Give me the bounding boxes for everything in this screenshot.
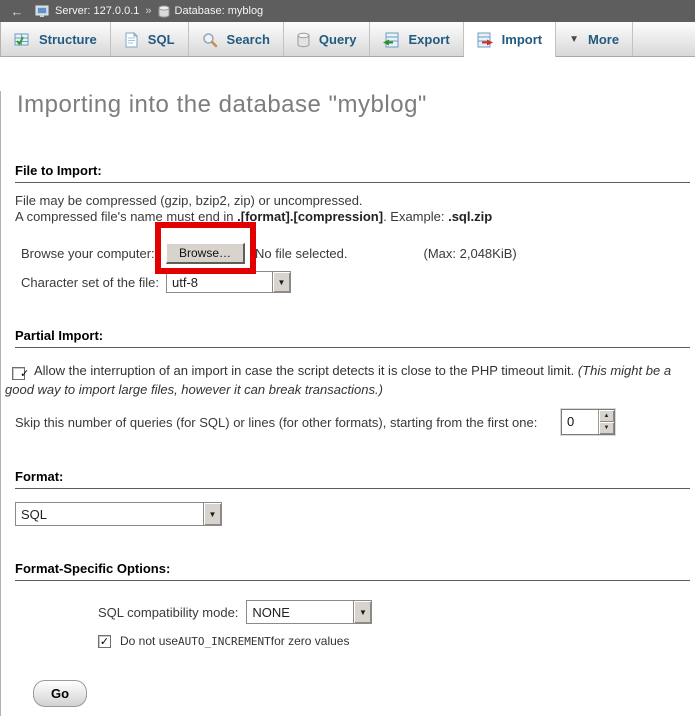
breadcrumb-database[interactable]: Database: myblog [175,5,264,17]
dropdown-arrow-icon: ▼ [203,503,221,525]
import-icon [477,32,493,48]
zero-values-label-prefix: Do not use [120,634,178,648]
allow-interruption-row: ✓ Allow the interruption of an import in … [5,361,687,399]
charset-label: Character set of the file: [21,275,166,290]
max-size-note: (Max: 2,048KiB) [424,246,517,261]
tab-query[interactable]: Query [284,22,371,57]
tab-label: More [588,32,619,47]
go-button[interactable]: Go [33,680,87,707]
database-icon [158,5,170,18]
zero-values-row: ✓ Do not use AUTO_INCREMENT for zero valu… [98,634,695,648]
tab-label: Search [227,32,270,47]
auto-increment-code: AUTO_INCREMENT [178,635,271,648]
charset-select-value: utf-8 [167,272,272,292]
tab-label: Import [502,32,542,47]
breadcrumb-bar: ← Server: 127.0.0.1 » Database: myblog [0,0,695,22]
spinner-down-button[interactable]: ▼ [599,422,614,434]
skip-queries-row: Skip this number of queries (for SQL) or… [15,409,687,435]
breadcrumb-separator: » [144,5,152,17]
tab-import[interactable]: Import [464,22,556,57]
skip-queries-input[interactable]: 0 ▲ ▼ [561,409,615,435]
page-title: Importing into the database "myblog" [17,91,695,119]
tab-label: Structure [39,32,97,47]
spinner-up-button[interactable]: ▲ [599,410,614,422]
sql-compatibility-label: SQL compatibility mode: [98,605,238,620]
sql-icon [124,32,139,48]
chevron-down-icon: ▼ [569,34,579,45]
charset-select[interactable]: utf-8 ▼ [166,271,291,293]
format-select-value: SQL [16,503,203,525]
section-heading-format: Format: [15,469,690,489]
tab-export[interactable]: Export [370,22,463,57]
phpmyadmin-import-page: ← Server: 127.0.0.1 » Database: myblog [0,0,695,716]
format-select[interactable]: SQL ▼ [15,502,222,526]
tab-bar-filler [633,22,695,57]
allow-interruption-label: Allow the interruption of an import in c… [34,363,578,378]
tab-sql[interactable]: SQL [111,22,189,57]
browse-button[interactable]: Browse… [166,243,245,264]
dropdown-arrow-icon: ▼ [272,272,290,292]
no-file-selected-text: No file selected. [255,246,348,261]
structure-icon [14,32,30,48]
section-heading-format-options: Format-Specific Options: [15,561,690,581]
spinner-buttons: ▲ ▼ [598,410,614,434]
tab-more[interactable]: ▼ More [556,22,633,57]
back-arrow-button[interactable]: ← [4,4,30,19]
tab-label: Query [319,32,357,47]
dropdown-arrow-icon: ▼ [353,601,371,623]
sql-compatibility-row: SQL compatibility mode: NONE ▼ [98,600,695,624]
section-heading-file-to-import: File to Import: [15,163,690,183]
tab-label: SQL [148,32,175,47]
sql-compatibility-value: NONE [247,601,353,623]
zero-values-label-suffix: for zero values [271,634,350,648]
section-heading-partial-import: Partial Import: [15,328,690,348]
browse-row: Browse your computer: Browse… No file se… [21,242,695,264]
server-icon [35,5,50,18]
export-icon [383,32,399,48]
compression-help-text: File may be compressed (gzip, bzip2, zip… [15,193,687,225]
tab-structure[interactable]: Structure [1,22,111,57]
breadcrumb-server[interactable]: Server: 127.0.0.1 [55,5,139,17]
browse-label: Browse your computer: [21,246,166,261]
zero-values-checkbox[interactable]: ✓ [98,635,111,648]
tab-label: Export [408,32,449,47]
tab-search[interactable]: Search [189,22,284,57]
search-icon [202,32,218,48]
allow-interruption-checkbox[interactable]: ✓ [12,367,25,380]
tab-bar: Structure SQL Search [0,22,695,57]
query-icon [297,32,310,48]
skip-queries-label: Skip this number of queries (for SQL) or… [15,415,537,430]
skip-queries-value: 0 [562,410,598,434]
import-panel: Importing into the database "myblog" Fil… [0,91,695,716]
charset-row: Character set of the file: utf-8 ▼ [21,271,695,293]
sql-compatibility-select[interactable]: NONE ▼ [246,600,372,624]
